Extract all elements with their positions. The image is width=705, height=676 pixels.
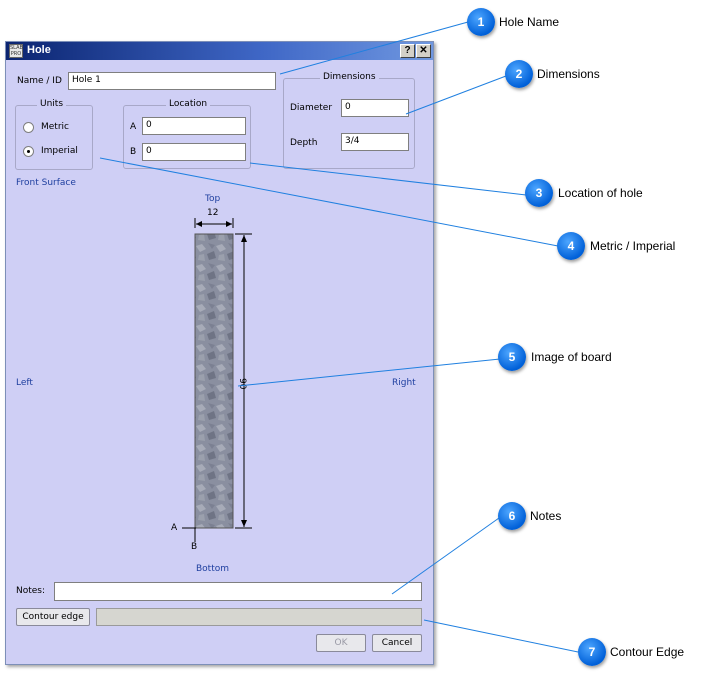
callout-text-1: Hole Name: [499, 15, 560, 29]
callout-badge-4: 4: [557, 232, 585, 260]
callout-badge-3: 3: [525, 179, 553, 207]
callout-text-3: Location of hole: [558, 186, 643, 200]
callout-text-6: Notes: [530, 509, 562, 523]
callout-text-2: Dimensions: [537, 67, 600, 81]
callout-text-5: Image of board: [531, 350, 612, 364]
callout-badge-6: 6: [498, 502, 526, 530]
callout-badge-1: 1: [467, 8, 495, 36]
callout-badge-5: 5: [498, 343, 526, 371]
callout-badge-2: 2: [505, 60, 533, 88]
callout-text-4: Metric / Imperial: [590, 239, 676, 253]
callout-badge-7: 7: [578, 638, 606, 666]
callout-text-7: Contour Edge: [610, 645, 685, 659]
callout-leader-lines: [99, 21, 579, 653]
